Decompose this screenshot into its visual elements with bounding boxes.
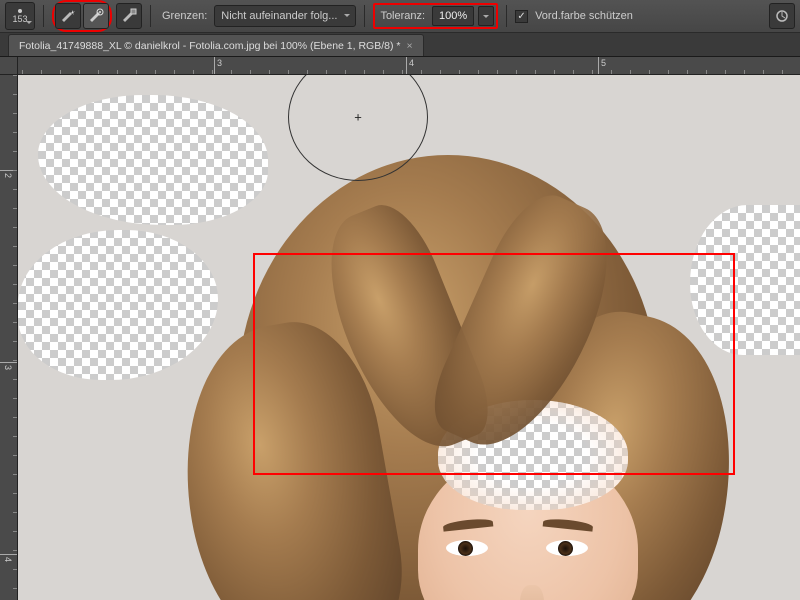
eye [546, 540, 588, 556]
tolerance-label: Toleranz: [377, 10, 428, 22]
brush-dot-icon [18, 9, 22, 13]
limits-dropdown[interactable]: Nicht aufeinander folg... [214, 5, 356, 27]
sampling-once-button[interactable] [83, 3, 109, 29]
limits-label: Grenzen: [159, 10, 210, 22]
brush-sparkle-icon [60, 8, 76, 24]
brush-target-icon [88, 8, 104, 24]
document-tab-bar: Fotolia_41749888_XL © danielkrol - Fotol… [0, 33, 800, 57]
protect-foreground-label: Vord.farbe schützen [532, 10, 636, 22]
ruler-horizontal[interactable]: 345 [18, 57, 800, 75]
brush-preset-picker[interactable]: 153 [5, 2, 35, 30]
tolerance-stepper[interactable] [478, 6, 494, 26]
document-tab[interactable]: Fotolia_41749888_XL © danielkrol - Fotol… [8, 34, 424, 56]
separator [506, 5, 507, 27]
protect-foreground-checkbox[interactable]: ✓ [515, 10, 528, 23]
sampling-swatch-button[interactable] [116, 3, 142, 29]
tolerance-highlight: Toleranz: [373, 3, 498, 29]
document-tab-title: Fotolia_41749888_XL © danielkrol - Fotol… [19, 40, 401, 52]
separator [43, 5, 44, 27]
brush-swatch-icon [121, 8, 137, 24]
pen-pressure-icon [774, 8, 790, 24]
tolerance-input[interactable] [432, 6, 474, 26]
ruler-vertical[interactable]: 234 [0, 75, 18, 600]
sampling-continuous-button[interactable] [55, 3, 81, 29]
brush-size-value: 153 [12, 14, 27, 24]
portrait-image [148, 135, 768, 600]
pressure-toggle-button[interactable] [769, 3, 795, 29]
sampling-mode-highlight [52, 0, 112, 32]
close-tab-button[interactable]: × [407, 40, 413, 52]
workspace: 345 234 [0, 57, 800, 600]
limits-value: Nicht aufeinander folg... [221, 10, 337, 22]
canvas[interactable] [18, 75, 800, 600]
ruler-origin[interactable] [0, 57, 18, 75]
eye [446, 540, 488, 556]
separator [150, 5, 151, 27]
options-bar: 153 Grenzen: Nicht aufeinander folg... T… [0, 0, 800, 33]
separator [364, 5, 365, 27]
